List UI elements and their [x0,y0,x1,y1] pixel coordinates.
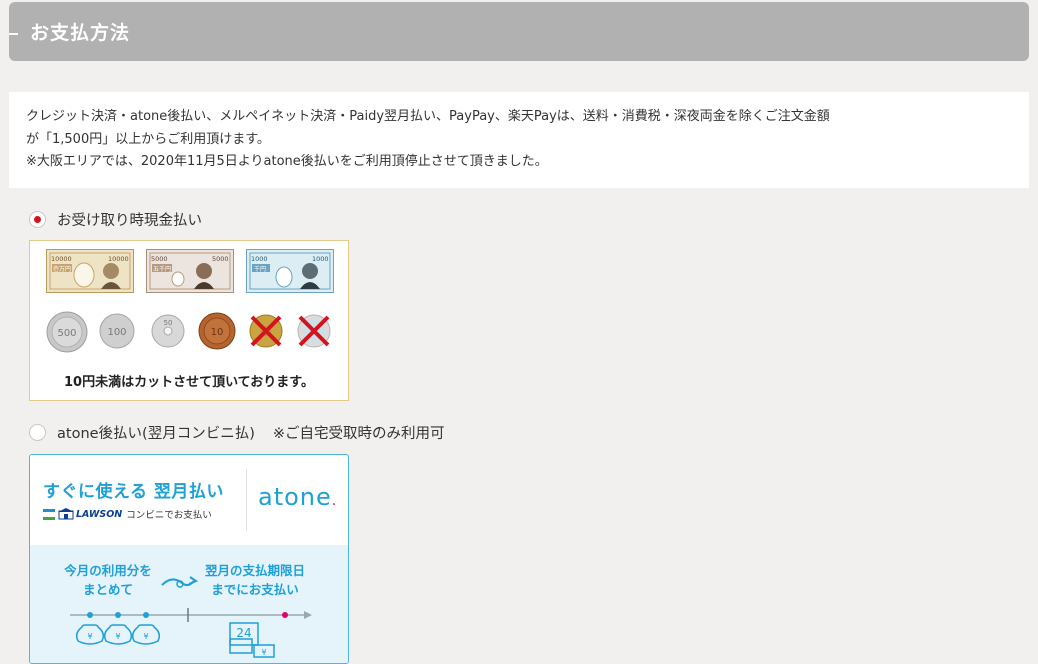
coin-500-icon: 500 [46,311,88,357]
cycle-arrow-icon [161,576,199,588]
atone-logo-text: atone [258,483,332,511]
atone-timeline-graphic: ¥ ¥ ¥ 24 ¥ [70,608,312,658]
svg-text:1000: 1000 [312,255,329,263]
coin-5-excluded-icon [248,313,284,353]
payment-option-cash[interactable]: お受け取り時現金払い [29,208,202,230]
header-dash [9,33,18,35]
cash-option-label: お受け取り時現金払い [57,212,202,229]
notice-line-3: ※大阪エリアでは、2020年11月5日よりatone後払いをご利用頂停止させて頂… [26,154,548,169]
bill-1000-kanji: 千円 [254,265,266,273]
bill-5000-image: 5000 5000 五千円 [146,249,234,293]
atone-radio[interactable] [29,423,46,441]
coin-500-label: 500 [57,328,76,339]
bill-1000-value: 1000 [251,255,268,263]
bill-5000-kanji: 五千円 [153,265,171,273]
svg-text:10000: 10000 [108,255,129,263]
lawson-row: LAWSON コンビニでお支払い [43,507,212,521]
cash-radio[interactable] [29,210,46,228]
coin-100-icon: 100 [99,313,135,353]
notice-line-1: クレジット決済・atone後払い、メルペイネット決済・Paidy翌月払い、Pay… [26,109,830,124]
payment-option-atone[interactable]: atone後払い(翌月コンビニ払) ※ご自宅受取時のみ利用可 [29,421,445,443]
cash-caption: 10円未満はカットさせて頂いております。 [63,375,314,390]
coin-50-icon: 50 [151,314,185,352]
atone-step-1: 今月の利用分を まとめて [64,563,152,597]
lawson-brand: LAWSON [76,508,123,520]
coin-10-label: 10 [211,327,224,338]
atone-option-note: ※ご自宅受取時のみ利用可 [272,425,445,442]
atone-panel-bottom: 今月の利用分を まとめて 翌月の支払期限日 までにお支払い ¥ ¥ ¥ 24 ¥ [30,545,348,663]
atone-logo-dot: . [331,493,338,509]
coin-100-label: 100 [107,327,126,338]
calendar-day: 24 [236,626,251,640]
atone-divider [246,469,247,531]
bill-1000-image: 1000 1000 千円 [246,249,334,293]
atone-panel: すぐに使える 翌月払い LAWSON コンビニでお支払い atone. 今月の利… [29,454,349,664]
svg-text:5000: 5000 [212,255,229,263]
atone-option-label: atone後払い(翌月コンビニ払) [57,425,255,442]
notice-line-2: が「1,500円」以上からご利用頂けます。 [26,131,270,147]
bill-5000-value: 5000 [151,255,168,263]
yen-label-4: ¥ [261,648,266,657]
cash-panel: 10000 10000 壱万円 5000 5000 五千円 1000 1000 [29,240,349,401]
yen-label-2: ¥ [115,632,120,641]
lawson-text: コンビニでお支払い [126,510,212,521]
bill-10000-value: 10000 [51,255,72,263]
atone-logo: atone. [258,483,337,511]
bill-10000-kanji: 壱万円 [53,265,71,273]
lawson-bars-icon [43,508,55,520]
lawson-store-icon [58,508,74,520]
atone-step-2: 翌月の支払期限日 までにお支払い [204,563,305,597]
bill-10000-image: 10000 10000 壱万円 [46,249,134,293]
atone-headline: すぐに使える 翌月払い [43,482,224,502]
coin-10-icon: 10 [198,312,236,354]
yen-label-1: ¥ [87,632,92,641]
coin-1-excluded-icon [296,313,332,353]
atone-panel-top: すぐに使える 翌月払い LAWSON コンビニでお支払い atone. [30,455,348,545]
section-title: お支払方法 [30,22,131,44]
coin-50-label: 50 [164,319,173,327]
payment-notice: クレジット決済・atone後払い、メルペイネット決済・Paidy翌月払い、Pay… [9,92,1029,188]
yen-label-3: ¥ [143,632,148,641]
section-header: お支払方法 [9,2,1029,61]
